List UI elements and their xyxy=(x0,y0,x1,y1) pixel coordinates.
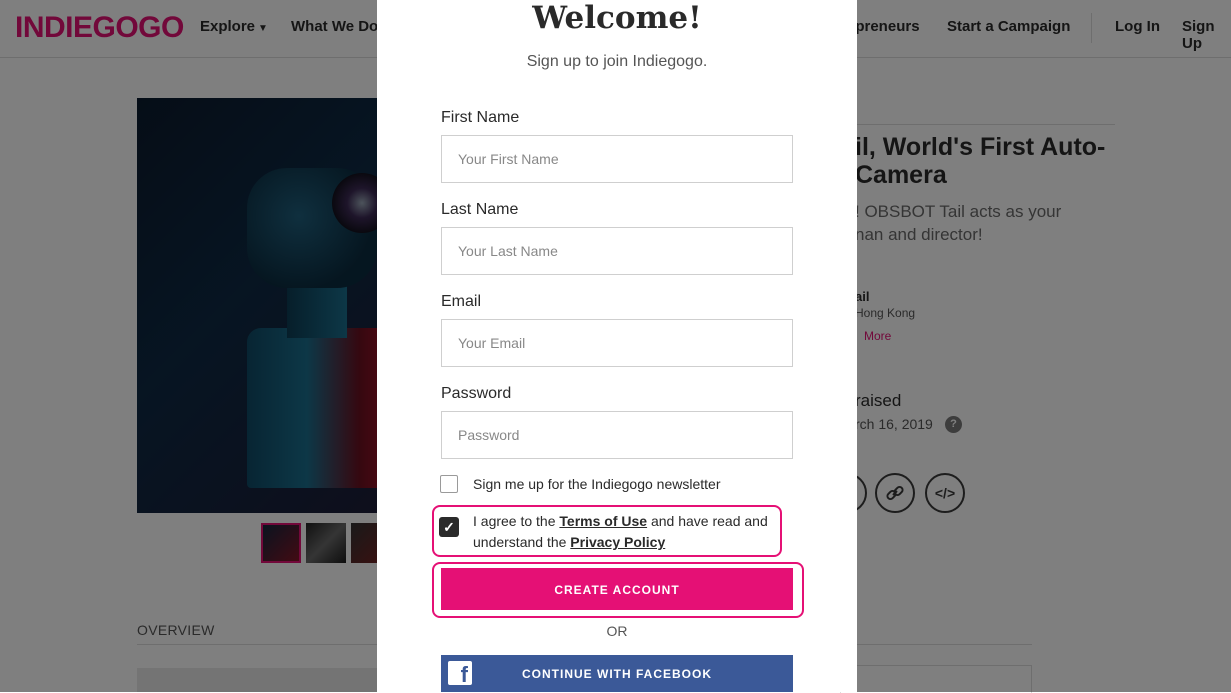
facebook-button-label: CONTINUE WITH FACEBOOK xyxy=(522,667,712,681)
terms-checkbox[interactable]: ✓ xyxy=(439,517,459,537)
continue-with-facebook-button[interactable]: f CONTINUE WITH FACEBOOK xyxy=(441,655,793,692)
signup-modal: Welcome! Sign up to join Indiegogo. Firs… xyxy=(377,0,857,692)
or-divider-text: OR xyxy=(606,623,628,639)
checkmark-icon: ✓ xyxy=(443,519,455,535)
newsletter-checkbox[interactable] xyxy=(440,475,458,493)
terms-of-use-link[interactable]: Terms of Use xyxy=(559,513,647,529)
email-label: Email xyxy=(441,293,482,310)
password-field[interactable] xyxy=(441,411,793,459)
email-field[interactable] xyxy=(441,319,793,367)
newsletter-label[interactable]: Sign me up for the Indiegogo newsletter xyxy=(473,474,721,495)
last-name-label: Last Name xyxy=(441,201,519,218)
modal-subtitle: Sign up to join Indiegogo. xyxy=(526,53,708,70)
terms-label: I agree to the Terms of Use and have rea… xyxy=(473,511,778,553)
facebook-icon: f xyxy=(448,661,472,687)
terms-prefix: I agree to the xyxy=(473,513,560,529)
create-account-button[interactable]: CREATE ACCOUNT xyxy=(441,568,793,610)
first-name-label: First Name xyxy=(441,109,520,126)
privacy-policy-link[interactable]: Privacy Policy xyxy=(570,534,665,550)
last-name-field[interactable] xyxy=(441,227,793,275)
password-label: Password xyxy=(441,385,512,402)
modal-title: Welcome! xyxy=(532,0,702,36)
first-name-field[interactable] xyxy=(441,135,793,183)
